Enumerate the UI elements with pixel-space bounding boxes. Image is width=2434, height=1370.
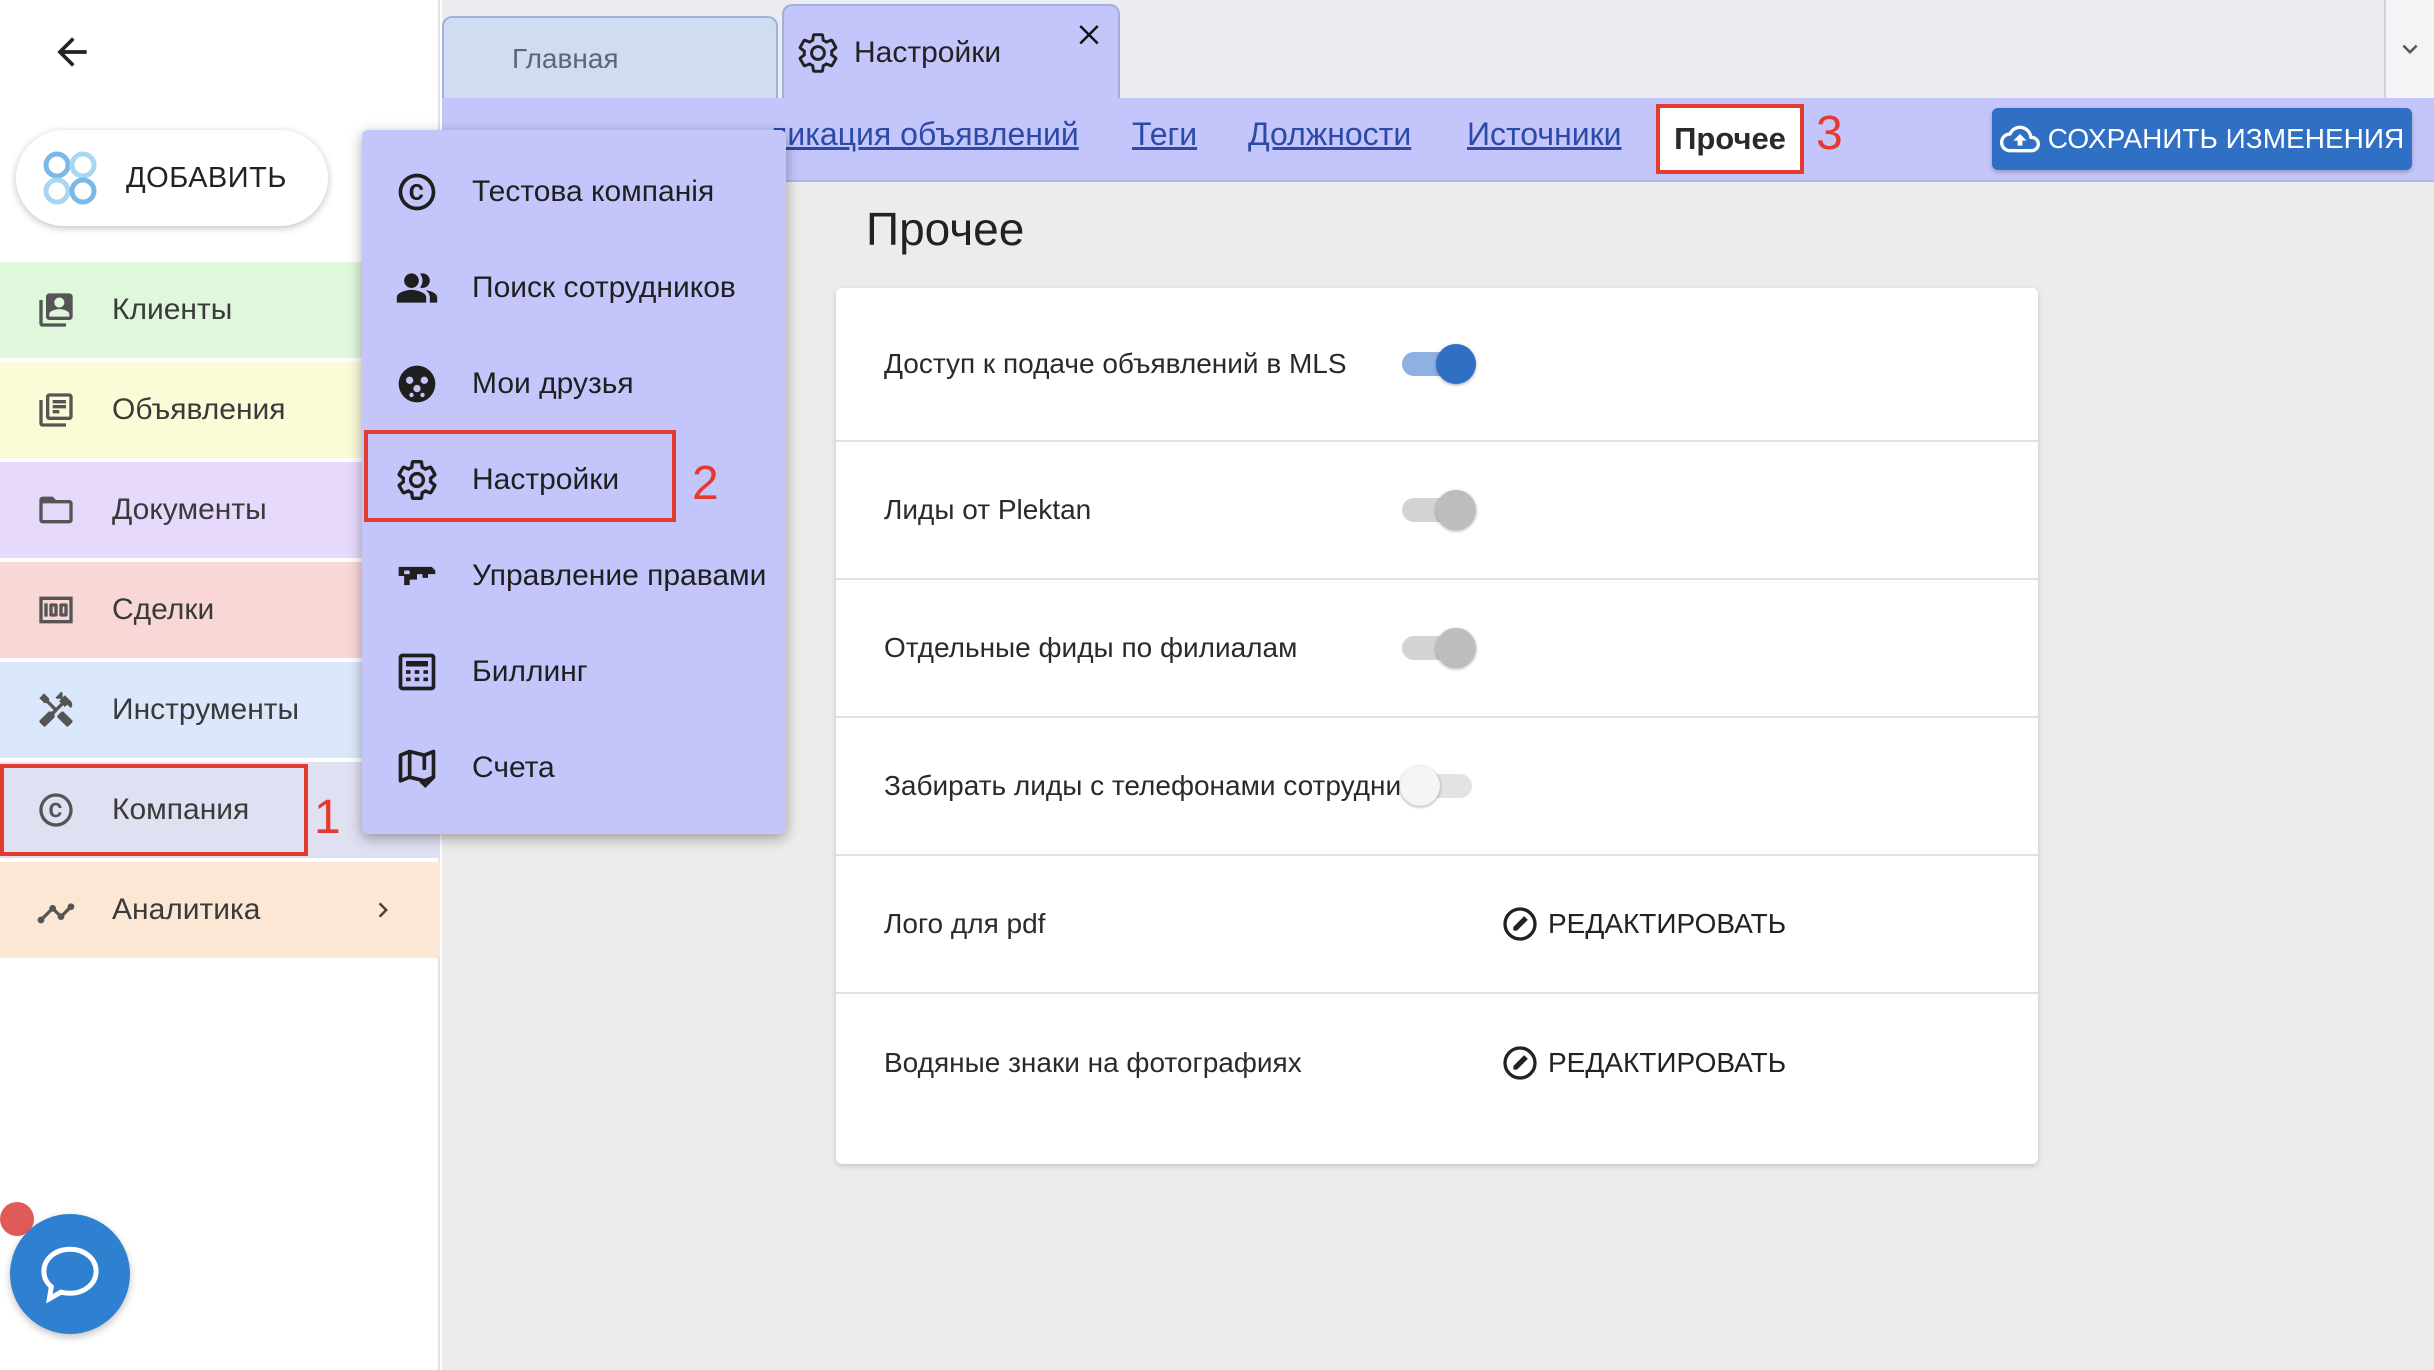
chevron-right-icon [378, 902, 388, 918]
tools-icon [34, 688, 78, 732]
back-button[interactable] [44, 24, 100, 80]
folder-icon [34, 488, 78, 532]
settings-row-pdf-logo: Лого для pdf РЕДАКТИРОВАТЬ [836, 856, 2038, 994]
settings-row-mls: Доступ к подаче объявлений в MLS [836, 288, 2038, 442]
settings-row-watermarks: Водяные знаки на фотографиях РЕДАКТИРОВА… [836, 994, 2038, 1132]
row-label: Забирать лиды с телефонами сотрудников [884, 770, 1445, 801]
settings-row-employee-phone-leads: Забирать лиды с телефонами сотрудников [836, 718, 2038, 856]
settings-highlight-box [364, 430, 676, 522]
menu-item-label: Тестова компанія [472, 175, 715, 208]
step-marker-2: 2 [692, 457, 719, 510]
chat-icon [41, 1246, 99, 1304]
menu-item-label: Биллинг [472, 655, 588, 688]
tab-label: Главная [512, 43, 619, 74]
menu-item-find-employees[interactable]: Поиск сотрудников [362, 240, 786, 336]
sidebar-item-analytics[interactable]: Аналитика [0, 862, 440, 958]
menu-item-my-friends[interactable]: Мои друзья [362, 336, 786, 432]
sidebar-item-label: Сделки [112, 593, 215, 626]
sidebar-item-label: Аналитика [112, 893, 261, 926]
edit-label: РЕДАКТИРОВАТЬ [1548, 908, 1787, 939]
people-icon [394, 265, 440, 311]
chevron-down-icon [2402, 44, 2418, 54]
mls-toggle[interactable] [1400, 342, 1476, 386]
menu-item-label: Управление правами [472, 559, 767, 592]
sidebar-item-label: Документы [112, 493, 267, 526]
arrow-left-icon [57, 37, 87, 67]
add-button[interactable]: ДОБАВИТЬ [16, 130, 328, 226]
row-label: Доступ к подаче объявлений в MLS [884, 348, 1347, 379]
listings-icon [34, 388, 78, 432]
menu-item-billing[interactable]: Биллинг [362, 624, 786, 720]
row-label: Лиды от Plektan [884, 494, 1092, 525]
tabs-overflow-button[interactable] [2384, 0, 2434, 98]
subnav-link-sources[interactable]: Источники [1467, 116, 1621, 153]
settings-row-plektan-leads: Лиды от Plektan [836, 442, 2038, 580]
settings-card: Доступ к подаче объявлений в MLS Лиды от… [836, 288, 2038, 1164]
menu-item-label: Мои друзья [472, 367, 634, 400]
company-menu: Тестова компанія Поиск сотрудников Мои д… [362, 130, 786, 834]
copyright-icon [394, 169, 440, 215]
row-label: Лого для pdf [884, 908, 1046, 939]
row-label: Отдельные фиды по филиалам [884, 632, 1298, 663]
tab-bar: Главная Настройки [442, 0, 2434, 100]
step-marker-3: 3 [1816, 107, 1843, 160]
edit-watermarks-button[interactable]: РЕДАКТИРОВАТЬ [1500, 1043, 1786, 1083]
save-changes-button[interactable]: СОХРАНИТЬ ИЗМЕНЕНИЯ [1992, 108, 2412, 170]
menu-item-label: Счета [472, 751, 555, 784]
row-label: Водяные знаки на фотографиях [884, 1047, 1302, 1078]
branch-feeds-toggle[interactable] [1400, 626, 1476, 670]
settings-row-branch-feeds: Отдельные фиды по филиалам [836, 580, 2038, 718]
edit-pdf-logo-button[interactable]: РЕДАКТИРОВАТЬ [1500, 904, 1786, 944]
plektan-leads-toggle[interactable] [1400, 488, 1476, 532]
save-changes-label: СОХРАНИТЬ ИЗМЕНЕНИЯ [2047, 123, 2405, 154]
add-button-label: ДОБАВИТЬ [126, 161, 287, 194]
subnav-link-other[interactable]: Прочее [1656, 104, 1804, 174]
page-title: Прочее [866, 203, 1025, 255]
company-highlight-box [0, 764, 308, 856]
subnav-link-publishing[interactable]: ...ликация объявлений [742, 116, 1079, 153]
employee-phone-leads-toggle[interactable] [1400, 764, 1476, 808]
tab-label: Настройки [854, 36, 1002, 69]
sidebar-item-label: Клиенты [112, 293, 233, 326]
add-logo-icon [43, 151, 97, 205]
close-icon[interactable] [1074, 18, 1104, 48]
analytics-icon [34, 888, 78, 932]
menu-item-label: Поиск сотрудников [472, 271, 736, 304]
tab-home[interactable]: Главная [442, 16, 778, 100]
tab-settings[interactable]: Настройки [782, 4, 1120, 100]
cloud-upload-icon [1999, 125, 2040, 153]
edit-label: РЕДАКТИРОВАТЬ [1548, 1047, 1787, 1078]
menu-item-permissions[interactable]: Управление правами [362, 528, 786, 624]
sidebar-item-label: Инструменты [112, 693, 300, 726]
money-icon [34, 588, 78, 632]
edit-icon [1503, 907, 1537, 941]
edit-icon [1503, 1046, 1537, 1080]
step-marker-1: 1 [314, 791, 341, 844]
subnav-active-label: Прочее [1674, 121, 1786, 156]
calculator-icon [394, 649, 440, 695]
friends-icon [394, 361, 440, 407]
subnav-link-positions[interactable]: Должности [1248, 116, 1411, 153]
map-icon [394, 745, 440, 791]
sidebar-item-label: Объявления [112, 393, 286, 426]
menu-item-invoices[interactable]: Счета [362, 720, 786, 816]
chat-button[interactable] [10, 1214, 130, 1334]
menu-item-test-company[interactable]: Тестова компанія [362, 144, 786, 240]
key-icon [394, 553, 440, 599]
subnav-link-tags[interactable]: Теги [1132, 116, 1197, 153]
gear-icon [798, 33, 838, 73]
contacts-icon [34, 288, 78, 332]
